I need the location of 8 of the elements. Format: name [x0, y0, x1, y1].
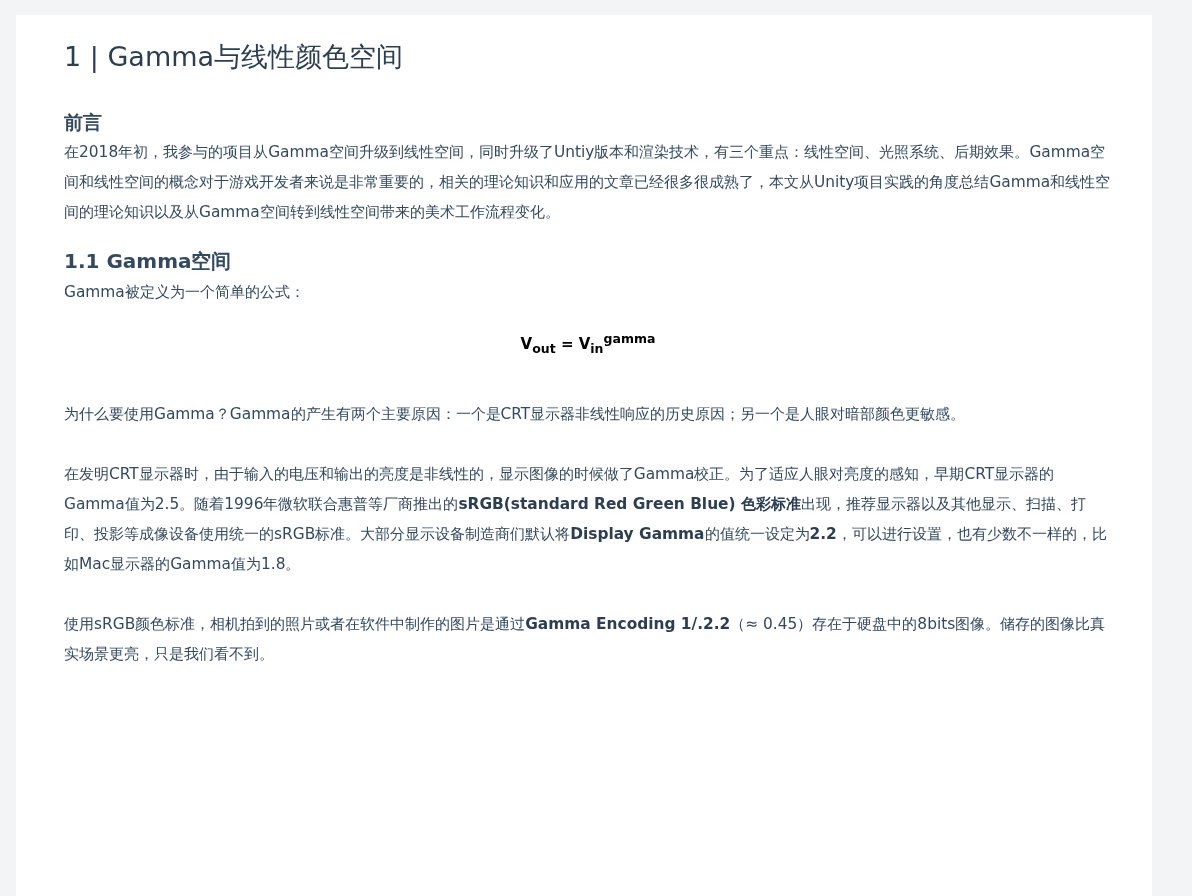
paragraph: Gamma被定义为一个简单的公式：: [64, 282, 306, 303]
subheading: 前言: [64, 110, 103, 135]
paragraph: 在2018年初，我参与的项目从Gamma空间升级到线性空间，同时升级了Untiy版本和渲染技术，有三个重点：线性空间、光照系统、后期效果。Gamma空间和线性空间的概念对于游戏开发者来说是非常重要的，相关的理论知识和应用的文章已经很多很成熟了，本文从Unity项目实践的角度总结Gamma和线性空间的理论知识以及从Gamma空间转到线性空间带来的美术工作流程变化。: [64, 142, 1112, 223]
article-title: 1 | Gamma与线性颜色空间: [64, 40, 405, 75]
paragraph: 在发明CRT显示器时，由于输入的电压和输出的亮度是非线性的，显示图像的时候做了Gamma校正。为了适应人眼对亮度的感知，早期CRT显示器的Gamma值为2.5。随着1996年微软联合惠普等厂商推出的sRGB(standard Red Green Blue) 色彩标准出现，推荐显示器以及其他显示、扫描、打印、投影等成像设备使用统一的sRGB标准。大部分显示设备制造商们默认将Display Gamma的值统一设定为2.2，可以进行设置，也有少数不一样的，比如Mac显示器的Gamma值为1.8。: [64, 464, 1108, 575]
paragraph: 使用sRGB颜色标准，相机拍到的照片或者在软件中制作的图片是通过Gamma Encoding 1/.2.2（≈ 0.45）存在于硬盘中的8bits图像。储存的图像比真实场景更亮，只是我们看不到。: [64, 614, 1107, 665]
section-heading: 1.1 Gamma空间: [64, 248, 233, 275]
paragraph: 为什么要使用Gamma？Gamma的产生有两个主要原因：一个是CRT显示器非线性响应的历史原因；另一个是人眼对暗部颜色更敏感。: [64, 404, 967, 425]
